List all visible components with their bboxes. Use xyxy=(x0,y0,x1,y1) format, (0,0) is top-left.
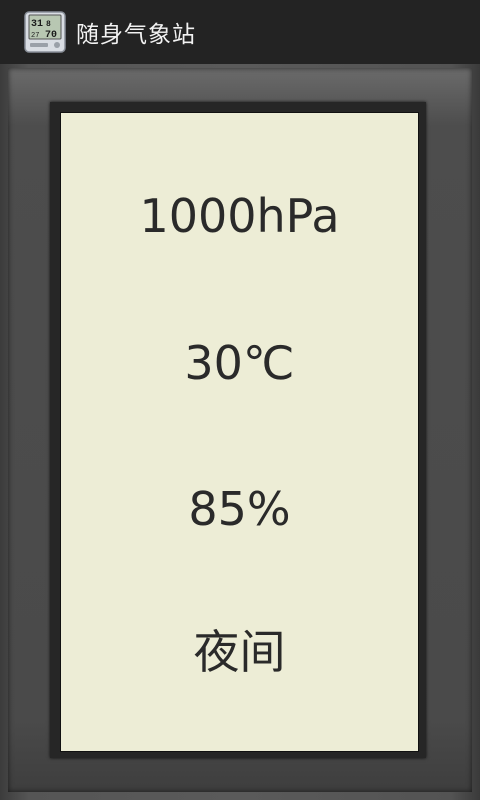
time-of-day-reading: 夜间 xyxy=(193,625,286,679)
thermometer-display-icon[interactable]: 31 8 27 70 xyxy=(24,11,66,53)
svg-text:8: 8 xyxy=(46,20,51,29)
humidity-reading: 85% xyxy=(188,482,291,536)
svg-text:70: 70 xyxy=(45,30,57,41)
app-root: 31 8 27 70 随身气象站 1000hPa 30℃ 85% 夜间 xyxy=(0,0,480,800)
svg-text:27: 27 xyxy=(31,32,39,40)
pressure-reading: 1000hPa xyxy=(139,189,340,243)
app-title: 随身气象站 xyxy=(76,22,196,48)
svg-text:31: 31 xyxy=(31,19,43,30)
lcd-screen: 1000hPa 30℃ 85% 夜间 xyxy=(60,112,419,752)
temperature-reading: 30℃ xyxy=(184,336,295,390)
title-bar: 31 8 27 70 随身气象站 xyxy=(0,0,480,64)
